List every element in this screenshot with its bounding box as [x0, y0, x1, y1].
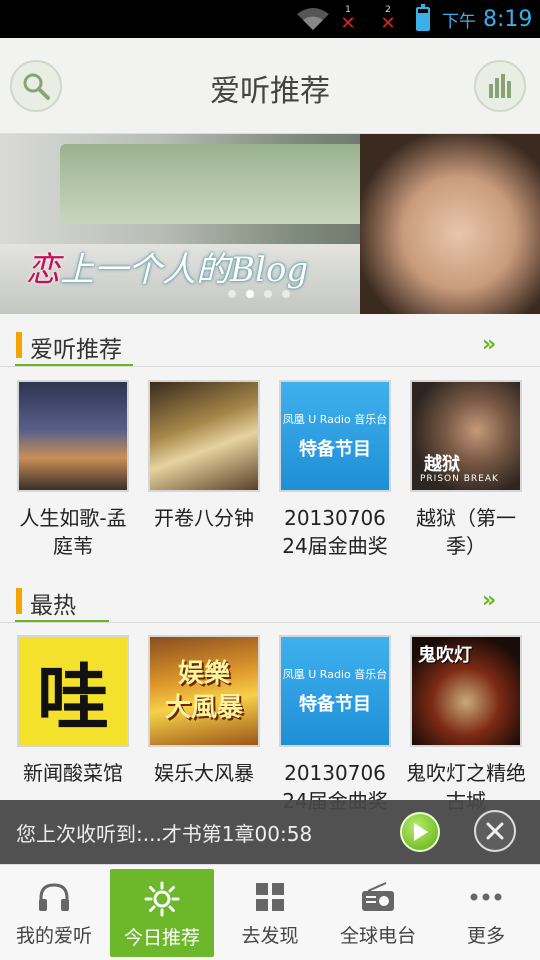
- nav-item-more[interactable]: 更多: [432, 865, 540, 960]
- cover-image: 哇: [17, 635, 129, 747]
- hot-grid: 哇 新闻酸菜馆 娱樂 大風暴 娱乐大风暴 凤凰 U Radio 音乐台 特备节目…: [0, 635, 540, 815]
- clock-time: 8:19: [483, 6, 533, 32]
- cover-image: 凤凰 U Radio 音乐台 特备节目: [279, 380, 391, 492]
- cover-image: 越狱 PRISON BREAK: [410, 380, 522, 492]
- nav-label: 去发现: [241, 925, 299, 947]
- bottom-nav: 我的爱听 今日推荐 去发现 全球电台 更多: [0, 864, 540, 960]
- status-bar: 1 ✕ 2 ✕ 下午 8:19: [0, 0, 540, 38]
- section-header-hot: 最热 »: [0, 582, 540, 626]
- carousel-dot: [228, 290, 236, 298]
- section-header-recommend: 爱听推荐 »: [0, 326, 540, 370]
- cover-image: 鬼吹灯: [410, 635, 522, 747]
- banner-photo: [60, 144, 370, 224]
- carousel-dots: [228, 290, 290, 298]
- section-title: 最热: [30, 593, 76, 619]
- nav-label: 我的爱听: [15, 925, 92, 947]
- more-dots-icon: [432, 879, 540, 915]
- carousel-dot: [264, 290, 272, 298]
- item-title: 娱乐大风暴: [154, 761, 254, 785]
- item-title: 越狱（第一季）: [416, 506, 516, 558]
- nav-label: 全球电台: [339, 925, 416, 947]
- wifi-icon: [296, 0, 330, 38]
- section-title: 爱听推荐: [30, 337, 122, 363]
- headphones-icon: [0, 879, 108, 915]
- sun-icon: [110, 881, 214, 917]
- cover-image: [17, 380, 129, 492]
- recommend-grid: 人生如歌-孟庭苇 开卷八分钟 凤凰 U Radio 音乐台 特备节目 20130…: [0, 380, 540, 560]
- nav-item-discover[interactable]: 去发现: [216, 865, 324, 960]
- carousel-dot-active: [246, 290, 254, 298]
- cover-image: 娱樂 大風暴: [148, 635, 260, 747]
- nav-item-today[interactable]: 今日推荐: [110, 869, 214, 957]
- radio-icon: [324, 879, 432, 915]
- nav-label: 今日推荐: [123, 927, 200, 949]
- grid-icon: [216, 879, 324, 915]
- clock-ampm: 下午: [442, 11, 476, 32]
- double-chevron-right-icon[interactable]: »: [482, 332, 496, 357]
- play-icon: [414, 823, 428, 841]
- app-header: 爱听推荐: [0, 38, 540, 134]
- carousel-dot: [282, 290, 290, 298]
- double-chevron-right-icon[interactable]: »: [482, 588, 496, 613]
- now-playing-button[interactable]: [474, 60, 526, 112]
- play-button[interactable]: [400, 812, 440, 852]
- item-title: 20130706 24届金曲奖: [282, 506, 388, 558]
- promo-banner[interactable]: 恋上一个人的Blog: [0, 134, 540, 314]
- sim1-no-signal-icon: 1 ✕: [340, 4, 356, 34]
- item-title: 人生如歌-孟庭苇: [19, 506, 127, 558]
- close-button[interactable]: [474, 810, 516, 852]
- resume-playback-bar[interactable]: 您上次收听到:...才书第1章00:58: [0, 800, 540, 864]
- close-icon: [486, 822, 504, 840]
- battery-charging-icon: [416, 0, 430, 38]
- resume-text: 您上次收听到:...才书第1章00:58: [16, 822, 313, 846]
- nav-label: 更多: [466, 925, 505, 947]
- cover-image: 凤凰 U Radio 音乐台 特备节目: [279, 635, 391, 747]
- cover-image: [148, 380, 260, 492]
- nav-item-my-listen[interactable]: 我的爱听: [0, 865, 108, 960]
- equalizer-icon: [489, 74, 511, 98]
- nav-item-global-radio[interactable]: 全球电台: [324, 865, 432, 960]
- item-title: 新闻酸菜馆: [23, 761, 123, 785]
- page-title: 爱听推荐: [210, 74, 330, 109]
- sim2-no-signal-icon: 2 ✕: [380, 4, 396, 34]
- item-title: 开卷八分钟: [154, 506, 254, 530]
- banner-caption: 恋上一个人的Blog: [26, 250, 309, 290]
